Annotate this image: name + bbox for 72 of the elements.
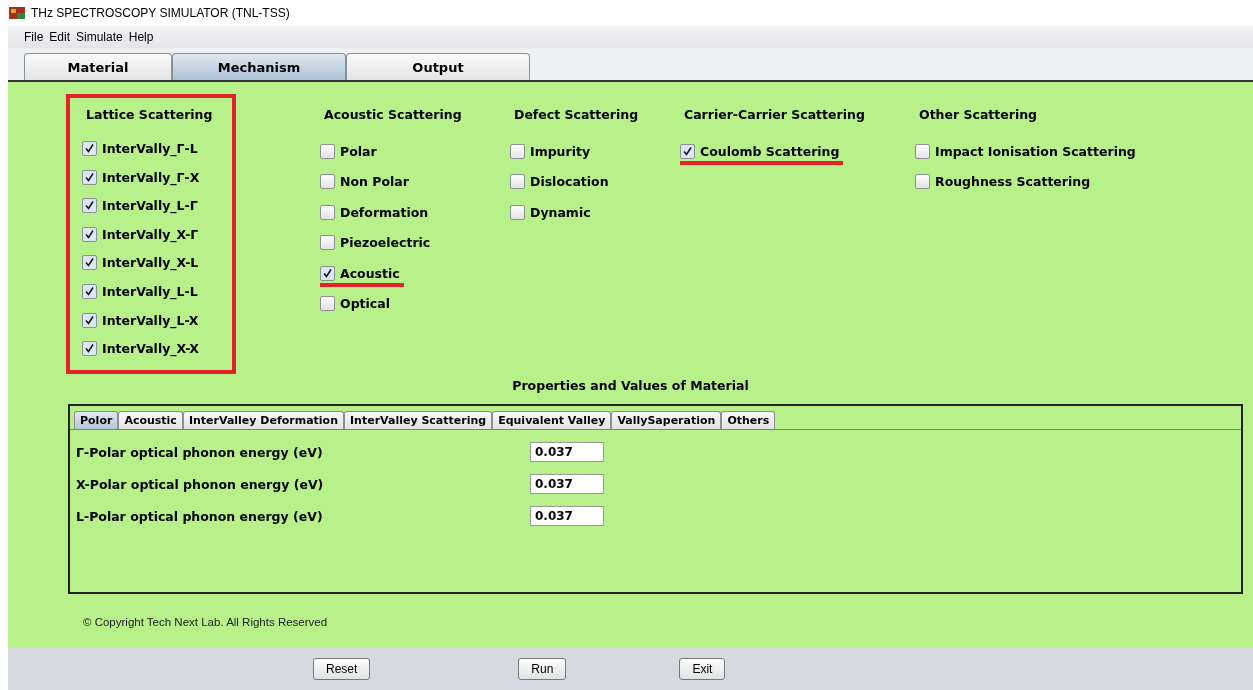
section-title: Properties and Values of Material — [512, 378, 749, 393]
checkbox-label: Optical — [340, 296, 390, 312]
checkbox-label: InterVally_Γ-L — [102, 140, 198, 156]
window-title: THz SPECTROSCOPY SIMULATOR (TNL-TSS) — [31, 6, 290, 20]
tab[interactable]: Polor — [74, 411, 119, 429]
action-button[interactable]: Exit — [679, 658, 726, 680]
checkbox[interactable] — [320, 296, 335, 312]
checkbox[interactable] — [82, 284, 97, 299]
tab[interactable]: Equivalent Valley — [492, 411, 612, 429]
checkbox-label: Piezoelectric — [340, 235, 431, 251]
group-title: Other Scattering — [918, 107, 1039, 124]
checkbox-label: Coulomb Scattering — [700, 143, 840, 159]
group-title: Defect Scattering — [513, 107, 640, 124]
checkbox[interactable] — [320, 265, 335, 281]
action-button[interactable]: Reset — [313, 658, 371, 680]
input-field[interactable]: 0.037 — [530, 506, 604, 526]
checkbox[interactable] — [82, 140, 97, 156]
checkbox[interactable] — [320, 204, 335, 220]
menu-item[interactable]: Edit — [49, 30, 71, 44]
checkbox[interactable] — [82, 226, 97, 242]
checkbox[interactable] — [510, 174, 525, 190]
tab[interactable]: VallySaperation — [611, 411, 722, 429]
checkbox[interactable] — [320, 235, 335, 251]
checkbox-label: Impurity — [530, 143, 591, 159]
checkbox[interactable] — [82, 198, 97, 214]
group-title: Acoustic Scattering — [323, 107, 463, 124]
input-field[interactable]: 0.037 — [530, 442, 604, 462]
tab[interactable]: InterValley Scattering — [344, 411, 493, 429]
checkbox-label: InterVally_L-X — [102, 312, 199, 328]
checkbox-label: Impact Ionisation Scattering — [935, 143, 1136, 159]
checkbox-label: InterVally_X-Γ — [102, 226, 199, 242]
checkbox[interactable] — [320, 174, 335, 190]
app-icon — [9, 7, 25, 19]
checkbox-label: Dislocation — [530, 174, 609, 190]
checkbox-label: Roughness Scattering — [935, 174, 1091, 190]
tab[interactable]: Mechanism — [172, 53, 346, 80]
field-label: X-Polar optical phonon energy (eV) — [76, 476, 325, 492]
tab[interactable]: Material — [24, 53, 172, 80]
action-button[interactable]: Run — [518, 658, 567, 680]
input-field[interactable]: 0.037 — [530, 474, 604, 494]
menu-item[interactable]: Help — [128, 30, 154, 44]
checkbox[interactable] — [320, 143, 335, 159]
checkbox-label: Dynamic — [530, 204, 591, 220]
checkbox-label: InterVally_Γ-X — [102, 169, 200, 185]
checkbox[interactable] — [82, 341, 97, 357]
checkbox-label: Non Polar — [340, 174, 409, 190]
tab[interactable]: Output — [346, 53, 530, 80]
menu-item[interactable]: File — [24, 30, 44, 44]
checkbox[interactable] — [915, 143, 930, 159]
checkbox[interactable] — [510, 143, 525, 159]
checkbox[interactable] — [680, 143, 695, 159]
menu-item[interactable]: Simulate — [76, 30, 123, 44]
checkbox-label: InterVally_L-Γ — [102, 198, 198, 214]
checkbox[interactable] — [82, 169, 97, 185]
checkbox-label: Deformation — [340, 204, 429, 220]
checkbox[interactable] — [82, 255, 97, 271]
tab[interactable]: InterValley Deformation — [182, 411, 344, 429]
checkbox-label: InterVally_X-L — [102, 255, 199, 271]
copyright-text: © Copyright Tech Next Lab. All Rights Reserved — [83, 616, 329, 628]
checkbox-label: InterVally_X-X — [102, 341, 199, 357]
checkbox-label: InterVally_L-L — [102, 284, 198, 299]
tab[interactable]: Acoustic — [118, 411, 183, 429]
field-label: Γ-Polar optical phonon energy (eV) — [76, 444, 324, 460]
checkbox[interactable] — [510, 204, 525, 220]
checkbox-label: Polar — [340, 143, 377, 159]
checkbox[interactable] — [915, 174, 930, 190]
checkbox-label: Acoustic — [340, 265, 400, 281]
group-title: Carrier-Carrier Scattering — [683, 107, 866, 124]
tab[interactable]: Others — [721, 411, 776, 429]
checkbox[interactable] — [82, 312, 97, 328]
group-title: Lattice Scattering — [85, 107, 214, 124]
field-label: L-Polar optical phonon energy (eV) — [76, 508, 324, 524]
